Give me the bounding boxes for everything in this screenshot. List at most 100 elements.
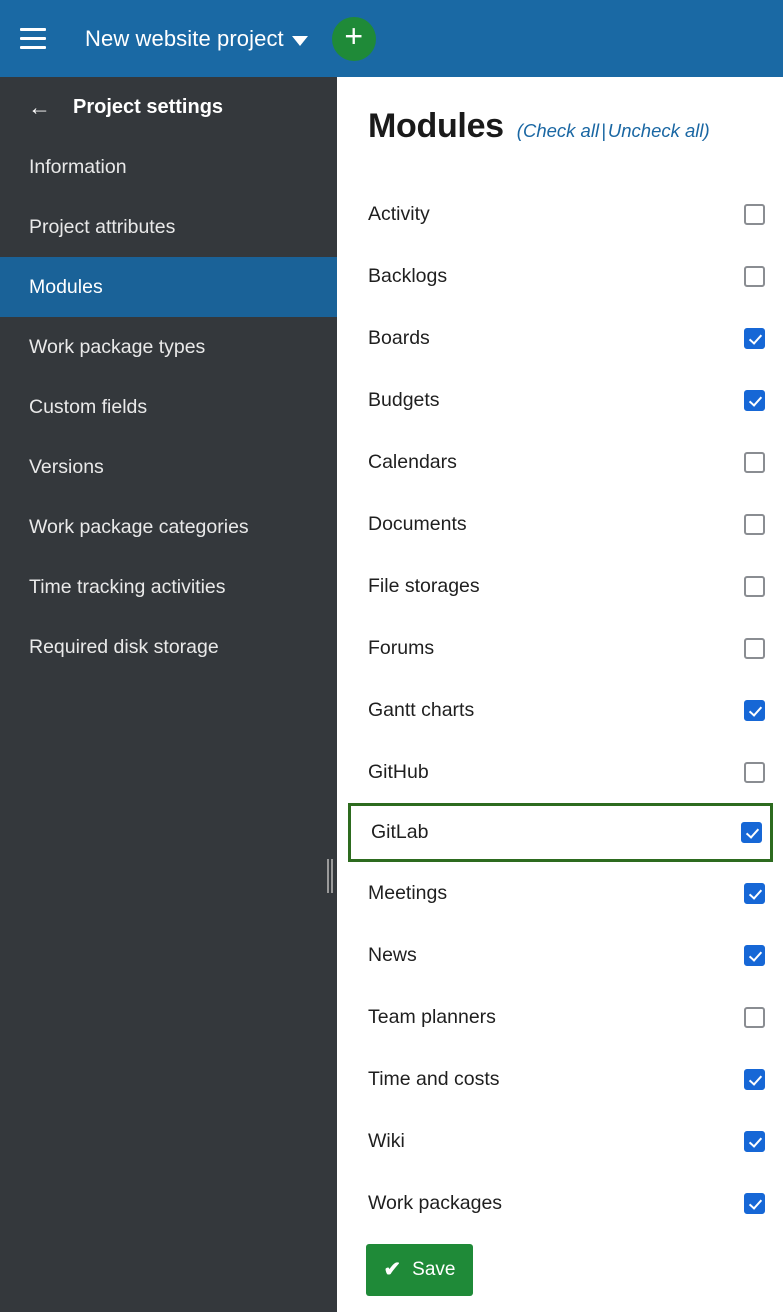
module-checkbox-file-storages[interactable] xyxy=(744,576,765,597)
module-checkbox-budgets[interactable] xyxy=(744,390,765,411)
module-label: Backlogs xyxy=(368,265,447,288)
module-label: Budgets xyxy=(368,389,440,412)
sidebar-item-project-attributes[interactable]: Project attributes xyxy=(0,197,337,257)
sidebar-item-work-package-types[interactable]: Work package types xyxy=(0,317,337,377)
hamburger-line xyxy=(20,46,46,49)
module-checkbox-backlogs[interactable] xyxy=(744,266,765,287)
sidebar-resize-handle[interactable] xyxy=(326,858,334,894)
add-button[interactable]: + xyxy=(332,17,376,61)
module-row-documents[interactable]: Documents xyxy=(337,493,783,555)
module-label: File storages xyxy=(368,575,480,598)
sidebar-item-label: Information xyxy=(29,156,127,179)
module-label: GitLab xyxy=(371,821,428,844)
plus-icon: + xyxy=(344,20,363,52)
module-label: Gantt charts xyxy=(368,699,474,722)
top-navigation-bar: New website project + xyxy=(0,0,783,77)
module-row-budgets[interactable]: Budgets xyxy=(337,369,783,431)
module-checkbox-work-packages[interactable] xyxy=(744,1193,765,1214)
uncheck-all-link[interactable]: Uncheck all xyxy=(608,120,704,141)
module-label: Meetings xyxy=(368,882,447,905)
sidebar-title: Project settings xyxy=(73,96,223,119)
sidebar-item-label: Work package categories xyxy=(29,516,249,539)
check-icon: ✔ xyxy=(384,1259,402,1280)
main-content: Modules (Check all|Uncheck all) Activity… xyxy=(337,77,783,1312)
module-row-file-storages[interactable]: File storages xyxy=(337,555,783,617)
app-root: New website project + ← Project settings… xyxy=(0,0,783,1312)
module-label: Forums xyxy=(368,637,434,660)
resize-grip-line xyxy=(331,859,333,893)
module-checkbox-gantt-charts[interactable] xyxy=(744,700,765,721)
save-button[interactable]: ✔ Save xyxy=(366,1244,473,1296)
sidebar-item-label: Work package types xyxy=(29,336,205,359)
module-row-gantt-charts[interactable]: Gantt charts xyxy=(337,679,783,741)
module-row-time-and-costs[interactable]: Time and costs xyxy=(337,1048,783,1110)
bulk-check-actions: (Check all|Uncheck all) xyxy=(517,120,710,142)
sidebar-item-label: Modules xyxy=(29,276,103,299)
project-settings-sidebar: ← Project settings Information Project at… xyxy=(0,77,337,1312)
module-label: Documents xyxy=(368,513,467,536)
module-row-backlogs[interactable]: Backlogs xyxy=(337,245,783,307)
sidebar-item-time-tracking-activities[interactable]: Time tracking activities xyxy=(0,557,337,617)
chevron-down-icon xyxy=(292,36,308,46)
sidebar-item-label: Versions xyxy=(29,456,104,479)
module-row-work-packages[interactable]: Work packages xyxy=(337,1172,783,1234)
project-name-label: New website project xyxy=(85,26,284,52)
sidebar-item-label: Custom fields xyxy=(29,396,147,419)
module-checkbox-boards[interactable] xyxy=(744,328,765,349)
module-label: Boards xyxy=(368,327,430,350)
module-label: Calendars xyxy=(368,451,457,474)
hamburger-line xyxy=(20,28,46,31)
module-row-meetings[interactable]: Meetings xyxy=(337,862,783,924)
hamburger-menu-icon[interactable] xyxy=(20,26,50,52)
module-row-calendars[interactable]: Calendars xyxy=(337,431,783,493)
project-selector[interactable]: New website project xyxy=(85,26,308,52)
arrow-left-icon: ← xyxy=(28,96,51,119)
module-label: Wiki xyxy=(368,1130,405,1153)
module-checkbox-news[interactable] xyxy=(744,945,765,966)
module-label: Work packages xyxy=(368,1192,502,1215)
sidebar-item-required-disk-storage[interactable]: Required disk storage xyxy=(0,617,337,677)
module-row-news[interactable]: News xyxy=(337,924,783,986)
sidebar-back-header[interactable]: ← Project settings xyxy=(0,77,337,137)
sidebar-item-label: Project attributes xyxy=(29,216,175,239)
module-row-wiki[interactable]: Wiki xyxy=(337,1110,783,1172)
page-heading: Modules (Check all|Uncheck all) xyxy=(337,77,783,146)
module-checkbox-calendars[interactable] xyxy=(744,452,765,473)
module-label: Team planners xyxy=(368,1006,496,1029)
module-checkbox-forums[interactable] xyxy=(744,638,765,659)
page-title: Modules xyxy=(368,107,504,146)
sidebar-item-label: Time tracking activities xyxy=(29,576,226,599)
sidebar-item-information[interactable]: Information xyxy=(0,137,337,197)
module-label: Time and costs xyxy=(368,1068,500,1091)
sidebar-item-label: Required disk storage xyxy=(29,636,219,659)
module-label: GitHub xyxy=(368,761,429,784)
module-checkbox-gitlab[interactable] xyxy=(741,822,762,843)
module-row-team-planners[interactable]: Team planners xyxy=(337,986,783,1048)
module-checkbox-github[interactable] xyxy=(744,762,765,783)
module-checkbox-wiki[interactable] xyxy=(744,1131,765,1152)
module-row-boards[interactable]: Boards xyxy=(337,307,783,369)
save-button-label: Save xyxy=(412,1259,455,1281)
module-checkbox-team-planners[interactable] xyxy=(744,1007,765,1028)
hamburger-line xyxy=(20,37,46,40)
check-all-link[interactable]: Check all xyxy=(523,120,599,141)
sidebar-item-work-package-categories[interactable]: Work package categories xyxy=(0,497,337,557)
module-row-forums[interactable]: Forums xyxy=(337,617,783,679)
module-label: News xyxy=(368,944,417,967)
sidebar-item-modules[interactable]: Modules xyxy=(0,257,337,317)
module-checkbox-meetings[interactable] xyxy=(744,883,765,904)
resize-grip-line xyxy=(327,859,329,893)
sidebar-menu: Information Project attributes Modules Work… xyxy=(0,137,337,677)
sidebar-item-custom-fields[interactable]: Custom fields xyxy=(0,377,337,437)
module-checkbox-time-and-costs[interactable] xyxy=(744,1069,765,1090)
sidebar-item-versions[interactable]: Versions xyxy=(0,437,337,497)
actions-separator: | xyxy=(599,120,608,141)
module-row-github[interactable]: GitHub xyxy=(337,741,783,803)
module-checkbox-activity[interactable] xyxy=(744,204,765,225)
module-label: Activity xyxy=(368,203,430,226)
module-checkbox-documents[interactable] xyxy=(744,514,765,535)
module-row-activity[interactable]: Activity xyxy=(337,183,783,245)
modules-checkbox-list: Activity Backlogs Boards Budgets Calendars Do… xyxy=(337,183,783,1234)
module-row-gitlab[interactable]: GitLab xyxy=(348,803,773,862)
close-paren: ) xyxy=(704,120,710,141)
